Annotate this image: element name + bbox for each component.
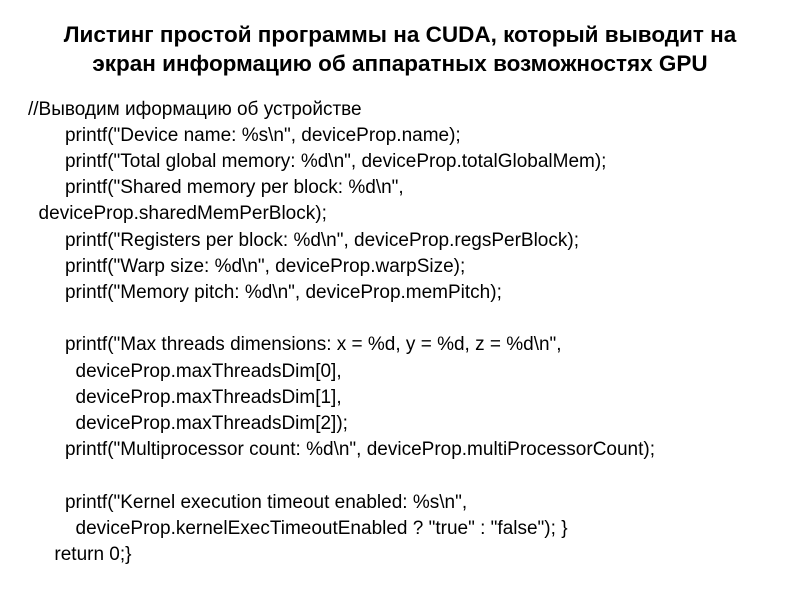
code-line: printf("Memory pitch: %d\n", deviceProp.… (28, 280, 772, 306)
code-line: deviceProp.maxThreadsDim[1], (28, 385, 772, 411)
slide: Листинг простой программы на CUDA, котор… (0, 0, 800, 600)
title-line-1: Листинг простой программы на CUDA, котор… (64, 22, 737, 47)
code-line: deviceProp.sharedMemPerBlock); (28, 201, 772, 227)
code-line (28, 306, 772, 332)
code-line: printf("Kernel execution timeout enabled… (28, 490, 772, 516)
code-line (28, 464, 772, 490)
code-line: printf("Max threads dimensions: x = %d, … (28, 332, 772, 358)
code-line: printf("Registers per block: %d\n", devi… (28, 228, 772, 254)
slide-title: Листинг простой программы на CUDA, котор… (28, 20, 772, 79)
code-line: printf("Multiprocessor count: %d\n", dev… (28, 437, 772, 463)
code-line: deviceProp.maxThreadsDim[2]); (28, 411, 772, 437)
title-line-2: экран информацию об аппаратных возможнос… (92, 51, 707, 76)
code-line: printf("Warp size: %d\n", deviceProp.war… (28, 254, 772, 280)
code-line: printf("Total global memory: %d\n", devi… (28, 149, 772, 175)
code-line: deviceProp.maxThreadsDim[0], (28, 359, 772, 385)
code-block: //Выводим иформацию об устройстве printf… (28, 97, 772, 569)
code-line: //Выводим иформацию об устройстве (28, 97, 772, 123)
code-line: printf("Shared memory per block: %d\n", (28, 175, 772, 201)
code-line: printf("Device name: %s\n", deviceProp.n… (28, 123, 772, 149)
code-line: return 0;} (28, 542, 772, 568)
code-line: deviceProp.kernelExecTimeoutEnabled ? "t… (28, 516, 772, 542)
